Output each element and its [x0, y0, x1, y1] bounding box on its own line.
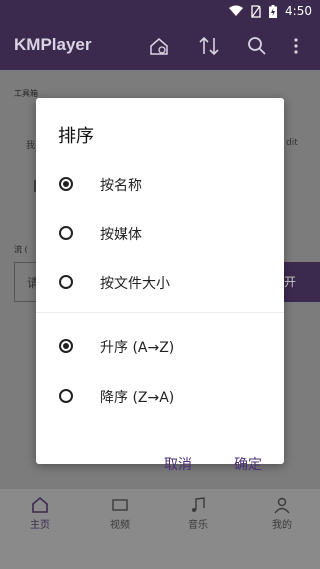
video-icon — [112, 499, 128, 511]
home-settings-icon[interactable] — [148, 35, 170, 57]
stream-open-button[interactable]: 开 — [284, 262, 320, 302]
order-ascending-option[interactable]: 升序 (A→Z) — [36, 330, 284, 366]
dialog-title: 排序 — [58, 126, 94, 147]
tab-music-label: 音乐 — [188, 520, 208, 531]
tab-home-label: 主页 — [30, 520, 50, 531]
option-label: 升序 (A→Z) — [100, 340, 175, 356]
status-time: 4:50 — [285, 4, 312, 18]
option-label: 按文件大小 — [100, 276, 170, 292]
music-icon — [192, 497, 205, 512]
no-sim-icon — [251, 4, 261, 18]
cancel-button[interactable]: 取消 — [164, 454, 192, 474]
radio-unselected[interactable] — [59, 389, 73, 403]
sort-dialog: 排序 按名称 按媒体 按文件大小 升序 (A→Z) 降序 (Z→A) 取消 确定 — [36, 98, 284, 473]
section-stream-label: 流 ( — [14, 245, 28, 254]
option-label: 按媒体 — [100, 227, 142, 243]
option-label: 按名称 — [100, 178, 142, 194]
person-icon — [274, 497, 290, 514]
sort-by-size-option[interactable]: 按文件大小 — [36, 266, 284, 302]
home-icon — [32, 496, 48, 513]
tab-video[interactable]: 视频 — [90, 496, 150, 531]
radio-unselected[interactable] — [59, 226, 73, 240]
tab-video-label: 视频 — [110, 520, 130, 531]
wifi-icon — [229, 5, 244, 16]
radio-selected[interactable] — [59, 339, 73, 353]
tab-home[interactable]: 主页 — [10, 496, 70, 531]
radio-selected[interactable] — [59, 177, 73, 191]
app-title: KMPlayer — [14, 35, 92, 54]
more-options-icon[interactable] — [288, 35, 304, 57]
tab-profile-label: 我的 — [272, 520, 292, 531]
battery-charging-icon — [269, 4, 278, 18]
tool-item-fragment-right: dit — [286, 138, 298, 148]
ok-button[interactable]: 确定 — [234, 454, 262, 474]
tab-profile[interactable]: 我的 — [252, 496, 312, 531]
tool-item-fragment: 我 — [26, 141, 36, 151]
sort-by-media-option[interactable]: 按媒体 — [36, 217, 284, 253]
search-icon[interactable] — [246, 35, 268, 57]
tab-music[interactable]: 音乐 — [168, 496, 228, 531]
order-descending-option[interactable]: 降序 (Z→A) — [36, 380, 284, 416]
status-bar: 4:50 — [0, 0, 320, 24]
app-bar: KMPlayer — [0, 24, 320, 70]
divider — [36, 312, 284, 313]
sort-by-name-option[interactable]: 按名称 — [36, 168, 284, 204]
sort-icon[interactable] — [198, 35, 220, 57]
section-tools-label: 工具箱 — [14, 89, 38, 98]
option-label: 降序 (Z→A) — [100, 390, 175, 406]
radio-unselected[interactable] — [59, 275, 73, 289]
